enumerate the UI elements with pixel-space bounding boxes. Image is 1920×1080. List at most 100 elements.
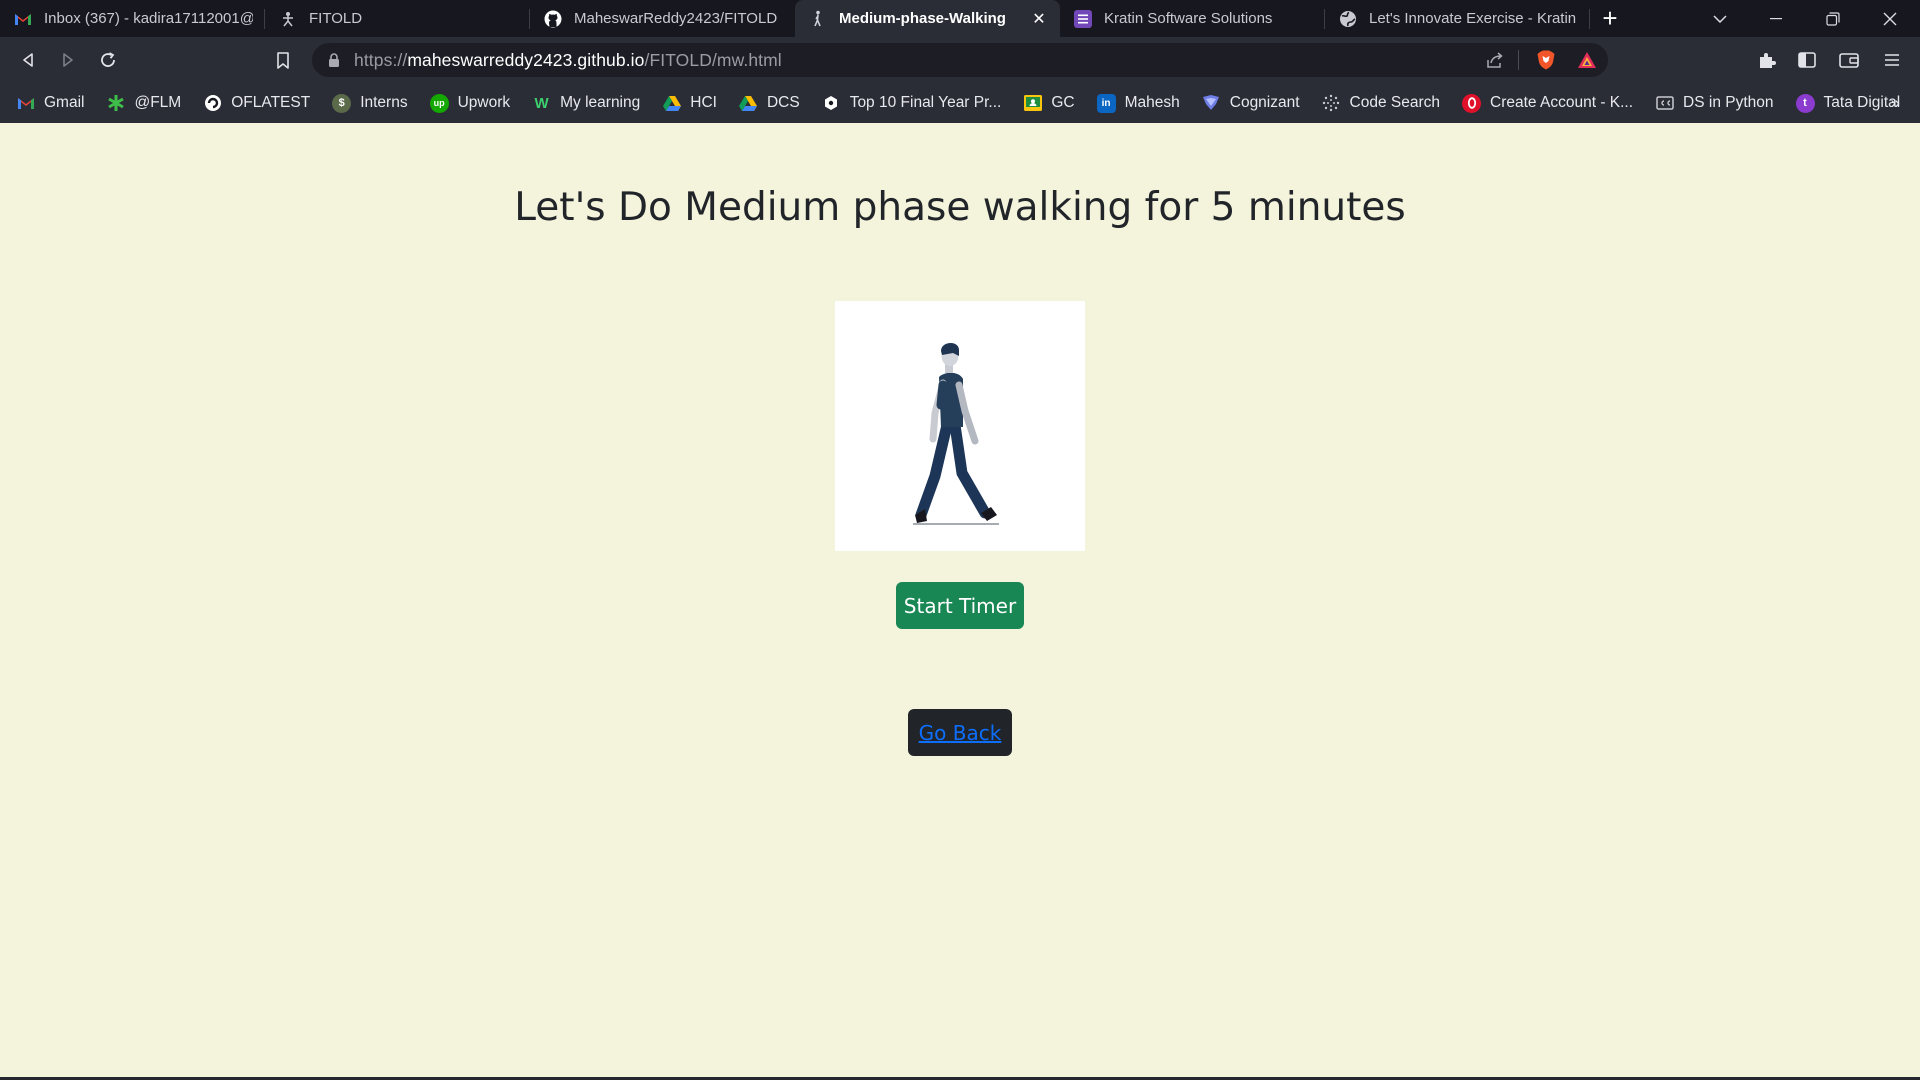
globe-icon xyxy=(1339,10,1357,28)
dollar-icon: $ xyxy=(332,93,352,113)
bookmark-gmail[interactable]: Gmail xyxy=(16,94,84,113)
bookmark-mahesh[interactable]: in Mahesh xyxy=(1096,93,1180,113)
bookmark-dcs[interactable]: DCS xyxy=(739,94,800,113)
bookmark-label: DS in Python xyxy=(1683,94,1774,111)
classroom-icon xyxy=(1023,94,1042,113)
bookmark-label: My learning xyxy=(560,94,641,111)
walking-figure-image xyxy=(835,301,1085,551)
form-icon xyxy=(1074,9,1092,28)
opera-icon xyxy=(1462,93,1482,113)
bookmark-label: Gmail xyxy=(44,94,85,111)
drive-icon xyxy=(739,94,758,113)
go-back-button[interactable]: Go Back xyxy=(908,709,1012,756)
tab-github-fitold[interactable]: MaheswarReddy2423/FITOLD xyxy=(530,0,795,37)
tata-icon: t xyxy=(1795,93,1815,113)
bookmark-label: Upwork xyxy=(457,94,511,111)
bookmark-code-search[interactable]: Code Search xyxy=(1322,94,1440,113)
url-host: maheswarreddy2423.github.io xyxy=(407,49,645,70)
bookmark-upwork[interactable]: up Upwork xyxy=(429,93,511,113)
browser-toolbar: https://maheswarreddy2423.github.io/FITO… xyxy=(0,37,1920,83)
url-divider xyxy=(1518,50,1519,70)
bookmark-label: Create Account - K... xyxy=(1490,94,1634,111)
bookmark-label: OFLATEST xyxy=(231,94,311,111)
walking-icon xyxy=(809,10,827,28)
bookmark-oflatest[interactable]: OFLATEST xyxy=(203,94,310,113)
project-icon xyxy=(822,94,841,113)
url-scheme: https:// xyxy=(354,49,408,70)
bookmark-top-10-projects[interactable]: Top 10 Final Year Pr... xyxy=(822,94,1002,113)
bookmark-label: Code Search xyxy=(1349,94,1441,111)
learning-icon: W xyxy=(534,94,549,112)
bookmark-my-learning[interactable]: W My learning xyxy=(532,94,641,113)
url-path: /FITOLD/mw.html xyxy=(644,49,782,70)
cognizant-icon xyxy=(1202,94,1221,113)
address-bar[interactable]: https://maheswarreddy2423.github.io/FITO… xyxy=(312,43,1608,77)
bookmark-label: DCS xyxy=(766,94,800,111)
linkedin-icon: in xyxy=(1096,93,1116,113)
bookmark-label: Tata Digital xyxy=(1823,94,1901,111)
bookmark-label: Top 10 Final Year Pr... xyxy=(849,94,1002,111)
tab-title: Inbox (367) - kadira17112001@g xyxy=(44,10,253,27)
start-timer-button[interactable]: Start Timer xyxy=(896,582,1024,629)
menu-icon[interactable] xyxy=(1877,45,1907,75)
minimize-icon[interactable] xyxy=(1748,0,1804,37)
cc-icon xyxy=(1655,94,1674,113)
tab-title: Kratin Software Solutions xyxy=(1104,10,1273,27)
swirl-icon xyxy=(203,94,222,113)
dots-icon xyxy=(1322,94,1341,113)
tab-title: FITOLD xyxy=(309,10,363,27)
bookmark-gc[interactable]: GC xyxy=(1023,94,1075,113)
bookmark-label: GC xyxy=(1051,94,1075,111)
wallet-icon[interactable] xyxy=(1834,45,1864,75)
tab-title: Medium-phase-Walking xyxy=(839,10,1006,27)
brave-shields-icon[interactable] xyxy=(1531,43,1561,77)
bookmark-interns[interactable]: $ Interns xyxy=(332,93,408,113)
share-icon[interactable] xyxy=(1480,43,1510,77)
page-content: Let's Do Medium phase walking for 5 minu… xyxy=(0,123,1920,1077)
bookmark-icon[interactable] xyxy=(268,45,298,75)
walking-person-illustration xyxy=(913,342,999,525)
tab-gmail-inbox[interactable]: Inbox (367) - kadira17112001@g xyxy=(0,0,265,37)
fitness-icon xyxy=(279,10,297,28)
brave-rewards-icon[interactable] xyxy=(1572,43,1602,77)
bookmarks-overflow-button[interactable]: » xyxy=(1891,93,1900,113)
tab-strip: Inbox (367) - kadira17112001@g FITOLD Ma… xyxy=(0,0,1920,37)
bookmark-label: Mahesh xyxy=(1124,94,1180,111)
bookmarks-bar: Gmail @FLM OFLATEST $ Interns up Upwork … xyxy=(0,83,1920,123)
bookmark-tata-digital[interactable]: t Tata Digital xyxy=(1795,93,1901,113)
drive-icon xyxy=(662,94,681,113)
bookmark-label: HCI xyxy=(690,94,717,111)
lock-icon[interactable] xyxy=(327,52,341,68)
back-icon[interactable] xyxy=(13,45,43,75)
close-tab-icon[interactable]: ✕ xyxy=(1030,10,1048,28)
extensions-icon[interactable] xyxy=(1752,45,1782,75)
close-window-icon[interactable] xyxy=(1862,0,1918,37)
upwork-icon: up xyxy=(429,93,449,113)
tab-search-chevron-icon[interactable] xyxy=(1692,0,1748,37)
bookmark-create-account[interactable]: Create Account - K... xyxy=(1462,93,1634,113)
bookmark-ds-in-python[interactable]: DS in Python xyxy=(1655,94,1774,113)
gmail-icon xyxy=(14,10,32,28)
bookmark-label: Cognizant xyxy=(1229,94,1300,111)
new-tab-button[interactable]: + xyxy=(1590,0,1630,37)
bookmark-flm[interactable]: @FLM xyxy=(106,94,181,113)
sidebar-icon[interactable] xyxy=(1792,45,1822,75)
github-icon xyxy=(544,10,562,28)
bookmark-label: @FLM xyxy=(134,94,182,111)
tab-kratin[interactable]: Kratin Software Solutions xyxy=(1060,0,1325,37)
tab-title: MaheswarReddy2423/FITOLD xyxy=(574,10,778,27)
reload-icon[interactable] xyxy=(93,45,123,75)
bookmark-cognizant[interactable]: Cognizant xyxy=(1202,94,1300,113)
go-back-link[interactable]: Go Back xyxy=(919,721,1002,745)
tab-title: Let's Innovate Exercise - Kratin LL xyxy=(1369,10,1578,27)
tab-fitold[interactable]: FITOLD xyxy=(265,0,530,37)
restore-icon[interactable] xyxy=(1805,0,1861,37)
page-heading: Let's Do Medium phase walking for 5 minu… xyxy=(514,185,1406,230)
tab-medium-phase-walking[interactable]: Medium-phase-Walking ✕ xyxy=(795,0,1060,37)
tab-lets-innovate[interactable]: Let's Innovate Exercise - Kratin LL xyxy=(1325,0,1590,37)
bookmark-hci[interactable]: HCI xyxy=(662,94,717,113)
bookmark-label: Interns xyxy=(360,94,408,111)
forward-icon[interactable] xyxy=(53,45,83,75)
asterisk-icon xyxy=(106,94,125,113)
url-text[interactable]: https://maheswarreddy2423.github.io/FITO… xyxy=(354,50,782,71)
